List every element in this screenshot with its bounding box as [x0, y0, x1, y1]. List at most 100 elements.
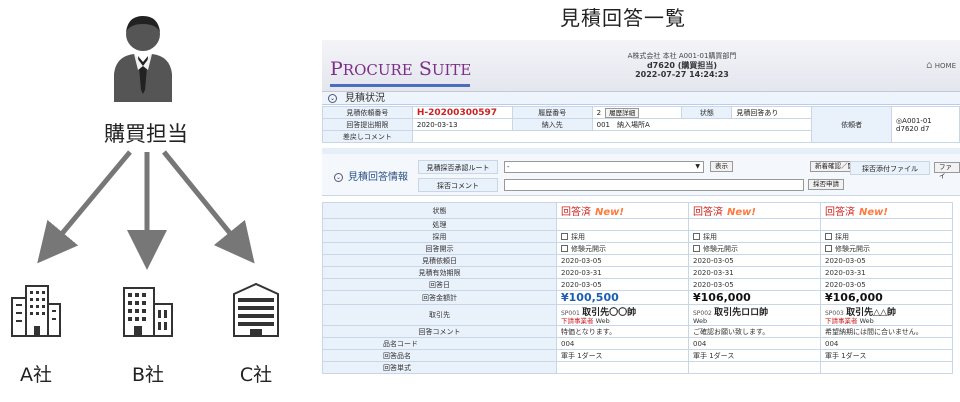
quote-1-item-name: 軍手 1ダース: [556, 349, 689, 362]
quote-1-process: [556, 218, 689, 231]
quote-2-valid-until: 2020-03-31: [688, 266, 821, 279]
quote-3-state: 回答済 New!: [820, 202, 953, 219]
quote-3-item-code: 004: [820, 337, 953, 350]
row-label-item-code: 品名コード: [322, 337, 557, 350]
deadline-value: 2020-03-13: [411, 118, 513, 131]
row-label-answer-format: 回答単式: [322, 361, 557, 374]
quote-2-answer-date: 2020-03-05: [688, 278, 821, 291]
user-info: A株式会社 本社 A001-01購買部門 d7620 (購買担当) 2022-0…: [627, 52, 737, 79]
attach-label: 採否添付ファイル: [850, 161, 930, 175]
return-comment-label: 差戻しコメント: [322, 130, 413, 143]
req-no-value: H-20200300597: [411, 106, 513, 119]
quote-2-process: [688, 218, 821, 231]
requester-value: ◎A001-01 d7620 d7: [891, 106, 960, 143]
page-title: 見積回答一覧: [560, 6, 686, 30]
adopt-checkbox[interactable]: [825, 232, 832, 240]
chevron-down-icon: ▼: [695, 163, 700, 170]
new-badge: New!: [859, 207, 888, 218]
row-label-valid-until: 見積有効期限: [322, 266, 557, 279]
quote-2-disclose[interactable]: 修験元開示: [688, 242, 821, 255]
home-link[interactable]: ⌂ HOME: [926, 60, 956, 71]
quote-3-disclose[interactable]: 修験元開示: [820, 242, 953, 255]
quote-status-section-header[interactable]: ⌄ 見積状況: [322, 92, 960, 105]
new-badge: New!: [727, 207, 756, 218]
row-label-answer-date: 回答日: [322, 278, 557, 291]
quote-3-answer-format: [820, 361, 953, 374]
display-button[interactable]: 表示: [710, 161, 733, 172]
quote-3-req-date: 2020-03-05: [820, 254, 953, 267]
adopt-checkbox[interactable]: [561, 232, 568, 240]
procure-suite-logo[interactable]: PROCURE SUITE: [330, 58, 471, 80]
history-label: 履歴番号: [511, 106, 593, 119]
company-c-label: C社: [239, 364, 273, 386]
delivery-label: 納入先: [511, 118, 593, 131]
req-no-label: 見積依頼番号: [322, 106, 413, 119]
quote-3-answer-date: 2020-03-05: [820, 278, 953, 291]
quote-2-adopt[interactable]: 採用: [688, 230, 821, 243]
answer-info-toggle[interactable]: ⌄ 見積回答情報: [334, 168, 408, 183]
quote-3-adopt[interactable]: 採用: [820, 230, 953, 243]
logo-underline: [330, 84, 470, 87]
disclose-checkbox[interactable]: [825, 244, 832, 252]
quote-2-answer-format: [688, 361, 821, 374]
company-b-label: B社: [131, 364, 165, 386]
disclose-checkbox[interactable]: [561, 244, 568, 252]
row-label-process: 処理: [322, 218, 557, 231]
file-button[interactable]: ファイ: [934, 162, 960, 180]
requester-label: 依頼者: [811, 106, 893, 143]
history-detail-button[interactable]: 履歴詳細: [605, 107, 640, 118]
quote-1-total: ¥100,500: [556, 290, 689, 305]
row-label-supplier: 取引先: [322, 304, 557, 326]
state-label: 状態: [681, 106, 733, 119]
row-label-state: 状態: [322, 202, 557, 219]
row-label-total: 回答金額計: [322, 290, 557, 305]
quote-1-adopt[interactable]: 採用: [556, 230, 689, 243]
quote-2-total: ¥106,000: [688, 290, 821, 305]
quote-2-item-code: 004: [688, 337, 821, 350]
procure-suite-window: PROCURE SUITE A株式会社 本社 A001-01購買部門 d7620…: [322, 40, 960, 402]
app-header: PROCURE SUITE A株式会社 本社 A001-01購買部門 d7620…: [322, 40, 960, 92]
quote-3-process: [820, 218, 953, 231]
row-label-comment: 回答コメント: [322, 325, 557, 338]
disclose-checkbox[interactable]: [693, 244, 700, 252]
quote-3-supplier[interactable]: SP003 取引先△△帥 下請事業者 Web: [820, 304, 953, 326]
row-label-disclose: 回答開示: [322, 242, 557, 255]
quote-2-supplier[interactable]: SP002 取引先ロロ帥 Web: [688, 304, 821, 326]
company-a-building-icon: [11, 285, 61, 337]
comment-label: 採否コメント: [418, 178, 498, 192]
quote-2-comment: ご確認お願い致します。: [688, 325, 821, 338]
quotes-table: 状態 回答済 New! 回答済 New! 回答済 New! 処理 採用 採用 採用 採…: [322, 202, 953, 374]
collapse-icon[interactable]: ⌄: [328, 94, 337, 103]
quote-3-valid-until: 2020-03-31: [820, 266, 953, 279]
row-label-item-name: 回答品名: [322, 349, 557, 362]
quote-2-state: 回答済 New!: [688, 202, 821, 219]
row-label-adopt: 採用: [322, 230, 557, 243]
apply-button[interactable]: 採否申請: [808, 179, 844, 190]
quote-1-supplier[interactable]: SP001 取引先〇〇帥 下請事業者 Web: [556, 304, 689, 326]
state-value: 見積回答あり: [731, 106, 813, 119]
history-value: 2 履歴詳細: [591, 106, 683, 119]
comment-row: 採否コメント 採否申請: [418, 178, 958, 192]
quote-1-req-date: 2020-03-05: [556, 254, 689, 267]
quote-1-answer-format: [556, 361, 689, 374]
row-label-req-date: 見積依頼日: [322, 254, 557, 267]
quote-1-answer-date: 2020-03-05: [556, 278, 689, 291]
delivery-value: 001 納入場所A: [591, 118, 813, 131]
quote-3-total: ¥106,000: [820, 290, 953, 305]
return-comment-value: [411, 130, 813, 143]
comment-input[interactable]: [504, 179, 804, 191]
quote-2-req-date: 2020-03-05: [688, 254, 821, 267]
route-label: 見積採否承認ルート: [418, 160, 498, 174]
quote-1-item-code: 004: [556, 337, 689, 350]
quote-1-disclose[interactable]: 修験元開示: [556, 242, 689, 255]
quote-status-table: 見積依頼番号 H-20200300597 履歴番号 2 履歴詳細 状態 見積回答あ…: [322, 106, 960, 143]
assignment-arrows: [37, 150, 255, 270]
home-icon: ⌂: [926, 60, 933, 71]
answer-info-section: ⌄ 見積回答情報 見積採否承認ルート - ▼ 表示 新着確認／開示 採否添付ファイル…: [322, 154, 960, 196]
collapse-icon[interactable]: ⌄: [334, 173, 343, 182]
quote-1-valid-until: 2020-03-31: [556, 266, 689, 279]
adopt-checkbox[interactable]: [693, 232, 700, 240]
route-select[interactable]: - ▼: [504, 161, 704, 173]
company-a-label: A社: [20, 364, 52, 386]
quote-1-state: 回答済 New!: [556, 202, 689, 219]
